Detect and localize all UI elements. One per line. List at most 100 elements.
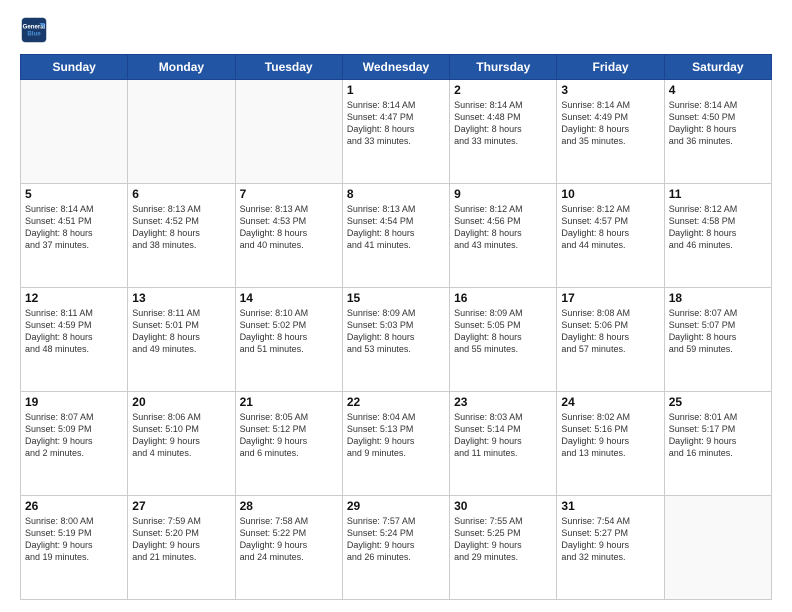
calendar-cell-4-5: 23 Sunrise: 8:03 AM Sunset: 5:14 PM Dayli… — [450, 392, 557, 496]
day-number: 21 — [240, 395, 338, 409]
week-row-3: 12 Sunrise: 8:11 AM Sunset: 4:59 PM Dayli… — [21, 288, 772, 392]
weekday-header-friday: Friday — [557, 55, 664, 80]
day-number: 17 — [561, 291, 659, 305]
calendar-cell-4-6: 24 Sunrise: 8:02 AM Sunset: 5:16 PM Dayli… — [557, 392, 664, 496]
day-number: 4 — [669, 83, 767, 97]
day-info: Sunrise: 8:11 AM Sunset: 5:01 PM Dayligh… — [132, 307, 230, 356]
day-info: Sunrise: 8:07 AM Sunset: 5:07 PM Dayligh… — [669, 307, 767, 356]
day-number: 7 — [240, 187, 338, 201]
calendar-cell-3-1: 12 Sunrise: 8:11 AM Sunset: 4:59 PM Dayli… — [21, 288, 128, 392]
day-info: Sunrise: 8:13 AM Sunset: 4:52 PM Dayligh… — [132, 203, 230, 252]
calendar-cell-1-2 — [128, 80, 235, 184]
day-number: 1 — [347, 83, 445, 97]
day-info: Sunrise: 8:13 AM Sunset: 4:54 PM Dayligh… — [347, 203, 445, 252]
calendar-cell-2-1: 5Sunrise: 8:14 AM Sunset: 4:51 PM Daylig… — [21, 184, 128, 288]
day-info: Sunrise: 7:59 AM Sunset: 5:20 PM Dayligh… — [132, 515, 230, 564]
week-row-5: 26 Sunrise: 8:00 AM Sunset: 5:19 PM Dayli… — [21, 496, 772, 600]
calendar-cell-2-3: 7 Sunrise: 8:13 AM Sunset: 4:53 PM Daylig… — [235, 184, 342, 288]
day-info: Sunrise: 8:09 AM Sunset: 5:05 PM Dayligh… — [454, 307, 552, 356]
week-row-1: 1 Sunrise: 8:14 AM Sunset: 4:47 PM Daylig… — [21, 80, 772, 184]
calendar-cell-4-4: 22 Sunrise: 8:04 AM Sunset: 5:13 PM Dayli… — [342, 392, 449, 496]
day-number: 31 — [561, 499, 659, 513]
day-number: 6 — [132, 187, 230, 201]
calendar-cell-5-4: 29Sunrise: 7:57 AM Sunset: 5:24 PM Dayli… — [342, 496, 449, 600]
day-number: 11 — [669, 187, 767, 201]
day-info: Sunrise: 7:58 AM Sunset: 5:22 PM Dayligh… — [240, 515, 338, 564]
calendar-cell-5-7 — [664, 496, 771, 600]
day-info: Sunrise: 8:09 AM Sunset: 5:03 PM Dayligh… — [347, 307, 445, 356]
calendar-table: SundayMondayTuesdayWednesdayThursdayFrid… — [20, 54, 772, 600]
day-info: Sunrise: 7:54 AM Sunset: 5:27 PM Dayligh… — [561, 515, 659, 564]
calendar-cell-1-3 — [235, 80, 342, 184]
logo-icon: General Blue — [20, 16, 48, 44]
day-info: Sunrise: 8:13 AM Sunset: 4:53 PM Dayligh… — [240, 203, 338, 252]
weekday-header-thursday: Thursday — [450, 55, 557, 80]
day-number: 19 — [25, 395, 123, 409]
weekday-header-wednesday: Wednesday — [342, 55, 449, 80]
calendar-cell-3-3: 14 Sunrise: 8:10 AM Sunset: 5:02 PM Dayli… — [235, 288, 342, 392]
day-info: Sunrise: 7:55 AM Sunset: 5:25 PM Dayligh… — [454, 515, 552, 564]
day-number: 10 — [561, 187, 659, 201]
day-number: 14 — [240, 291, 338, 305]
day-number: 8 — [347, 187, 445, 201]
day-number: 23 — [454, 395, 552, 409]
day-info: Sunrise: 8:12 AM Sunset: 4:57 PM Dayligh… — [561, 203, 659, 252]
calendar-cell-2-7: 11 Sunrise: 8:12 AM Sunset: 4:58 PM Dayli… — [664, 184, 771, 288]
day-info: Sunrise: 8:14 AM Sunset: 4:49 PM Dayligh… — [561, 99, 659, 148]
day-info: Sunrise: 8:01 AM Sunset: 5:17 PM Dayligh… — [669, 411, 767, 460]
calendar-cell-1-4: 1 Sunrise: 8:14 AM Sunset: 4:47 PM Daylig… — [342, 80, 449, 184]
day-info: Sunrise: 8:14 AM Sunset: 4:50 PM Dayligh… — [669, 99, 767, 148]
day-info: Sunrise: 8:14 AM Sunset: 4:48 PM Dayligh… — [454, 99, 552, 148]
weekday-header-row: SundayMondayTuesdayWednesdayThursdayFrid… — [21, 55, 772, 80]
day-info: Sunrise: 8:00 AM Sunset: 5:19 PM Dayligh… — [25, 515, 123, 564]
day-info: Sunrise: 8:11 AM Sunset: 4:59 PM Dayligh… — [25, 307, 123, 356]
calendar-cell-2-6: 10 Sunrise: 8:12 AM Sunset: 4:57 PM Dayli… — [557, 184, 664, 288]
day-info: Sunrise: 8:12 AM Sunset: 4:58 PM Dayligh… — [669, 203, 767, 252]
calendar-cell-2-4: 8 Sunrise: 8:13 AM Sunset: 4:54 PM Daylig… — [342, 184, 449, 288]
day-info: Sunrise: 8:05 AM Sunset: 5:12 PM Dayligh… — [240, 411, 338, 460]
calendar-cell-4-2: 20Sunrise: 8:06 AM Sunset: 5:10 PM Dayli… — [128, 392, 235, 496]
day-number: 27 — [132, 499, 230, 513]
day-info: Sunrise: 8:06 AM Sunset: 5:10 PM Dayligh… — [132, 411, 230, 460]
week-row-4: 19 Sunrise: 8:07 AM Sunset: 5:09 PM Dayli… — [21, 392, 772, 496]
calendar-cell-5-5: 30 Sunrise: 7:55 AM Sunset: 5:25 PM Dayli… — [450, 496, 557, 600]
day-number: 24 — [561, 395, 659, 409]
day-info: Sunrise: 8:08 AM Sunset: 5:06 PM Dayligh… — [561, 307, 659, 356]
logo: General Blue — [20, 16, 48, 44]
calendar-cell-1-5: 2 Sunrise: 8:14 AM Sunset: 4:48 PM Daylig… — [450, 80, 557, 184]
calendar-cell-2-2: 6 Sunrise: 8:13 AM Sunset: 4:52 PM Daylig… — [128, 184, 235, 288]
day-number: 3 — [561, 83, 659, 97]
day-info: Sunrise: 8:04 AM Sunset: 5:13 PM Dayligh… — [347, 411, 445, 460]
day-number: 12 — [25, 291, 123, 305]
day-info: Sunrise: 8:07 AM Sunset: 5:09 PM Dayligh… — [25, 411, 123, 460]
calendar-cell-3-7: 18Sunrise: 8:07 AM Sunset: 5:07 PM Dayli… — [664, 288, 771, 392]
day-number: 13 — [132, 291, 230, 305]
day-info: Sunrise: 8:12 AM Sunset: 4:56 PM Dayligh… — [454, 203, 552, 252]
calendar-cell-2-5: 9Sunrise: 8:12 AM Sunset: 4:56 PM Daylig… — [450, 184, 557, 288]
day-info: Sunrise: 8:03 AM Sunset: 5:14 PM Dayligh… — [454, 411, 552, 460]
day-number: 2 — [454, 83, 552, 97]
weekday-header-sunday: Sunday — [21, 55, 128, 80]
day-number: 25 — [669, 395, 767, 409]
day-info: Sunrise: 8:14 AM Sunset: 4:51 PM Dayligh… — [25, 203, 123, 252]
day-number: 30 — [454, 499, 552, 513]
calendar-cell-1-6: 3 Sunrise: 8:14 AM Sunset: 4:49 PM Daylig… — [557, 80, 664, 184]
calendar-cell-5-6: 31 Sunrise: 7:54 AM Sunset: 5:27 PM Dayli… — [557, 496, 664, 600]
day-info: Sunrise: 8:10 AM Sunset: 5:02 PM Dayligh… — [240, 307, 338, 356]
calendar-cell-5-2: 27 Sunrise: 7:59 AM Sunset: 5:20 PM Dayli… — [128, 496, 235, 600]
calendar-cell-1-7: 4 Sunrise: 8:14 AM Sunset: 4:50 PM Daylig… — [664, 80, 771, 184]
page: General Blue SundayMondayTuesdayWednesda… — [0, 0, 792, 612]
day-info: Sunrise: 8:14 AM Sunset: 4:47 PM Dayligh… — [347, 99, 445, 148]
calendar-cell-3-5: 16Sunrise: 8:09 AM Sunset: 5:05 PM Dayli… — [450, 288, 557, 392]
calendar-cell-4-1: 19 Sunrise: 8:07 AM Sunset: 5:09 PM Dayli… — [21, 392, 128, 496]
calendar-cell-1-1 — [21, 80, 128, 184]
calendar-cell-4-7: 25 Sunrise: 8:01 AM Sunset: 5:17 PM Dayli… — [664, 392, 771, 496]
calendar-cell-3-2: 13 Sunrise: 8:11 AM Sunset: 5:01 PM Dayli… — [128, 288, 235, 392]
calendar-cell-4-3: 21 Sunrise: 8:05 AM Sunset: 5:12 PM Dayli… — [235, 392, 342, 496]
day-number: 28 — [240, 499, 338, 513]
day-number: 22 — [347, 395, 445, 409]
day-number: 26 — [25, 499, 123, 513]
day-info: Sunrise: 8:02 AM Sunset: 5:16 PM Dayligh… — [561, 411, 659, 460]
calendar-cell-3-4: 15Sunrise: 8:09 AM Sunset: 5:03 PM Dayli… — [342, 288, 449, 392]
calendar-cell-3-6: 17 Sunrise: 8:08 AM Sunset: 5:06 PM Dayli… — [557, 288, 664, 392]
